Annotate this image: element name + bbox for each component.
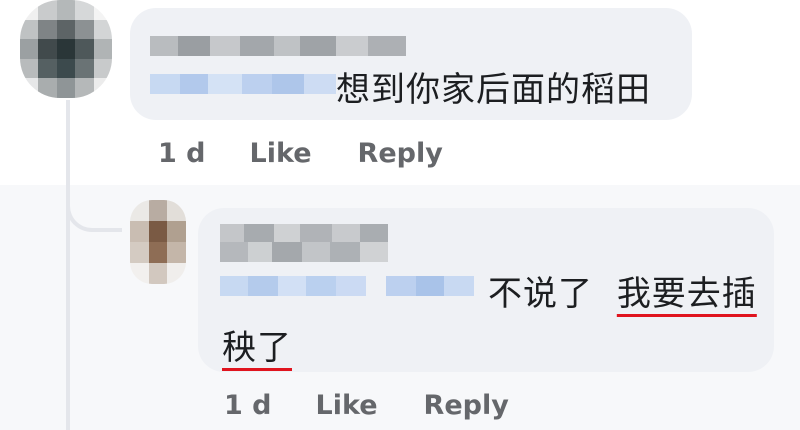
reply-text-line-1: 不说了 我要去插 — [488, 266, 757, 315]
timestamp[interactable]: 1 d — [224, 390, 272, 421]
blurred-mention — [150, 74, 336, 94]
avatar[interactable] — [130, 200, 186, 284]
blurred-mention-2 — [386, 276, 474, 296]
blurred-username-line-2 — [220, 242, 388, 262]
reply-text-highlight-cont: 秧了 — [222, 328, 292, 368]
blurred-mention — [220, 276, 366, 296]
like-button[interactable]: Like — [316, 390, 378, 421]
blurred-username — [150, 36, 406, 56]
reply-text-plain: 不说了 — [488, 274, 593, 314]
reply-button[interactable]: Reply — [424, 390, 509, 421]
reply-button[interactable]: Reply — [358, 138, 443, 169]
comment-actions: 1 d Like Reply — [158, 138, 443, 169]
timestamp[interactable]: 1 d — [158, 138, 206, 169]
reply-text-line-2: 秧了 — [222, 320, 292, 369]
comment-text: 想到你家后面的稻田 — [336, 70, 651, 110]
comment-bubble: 想到你家后面的稻田 — [130, 8, 692, 120]
reply-bubble: 不说了 我要去插 秧了 — [198, 208, 774, 372]
thread-line — [66, 100, 70, 430]
like-button[interactable]: Like — [250, 138, 312, 169]
reply-actions: 1 d Like Reply — [224, 390, 509, 421]
reply-text-highlight: 我要去插 — [616, 274, 757, 314]
blurred-username — [220, 224, 388, 244]
thread-branch — [66, 170, 122, 232]
avatar[interactable] — [20, 0, 112, 98]
